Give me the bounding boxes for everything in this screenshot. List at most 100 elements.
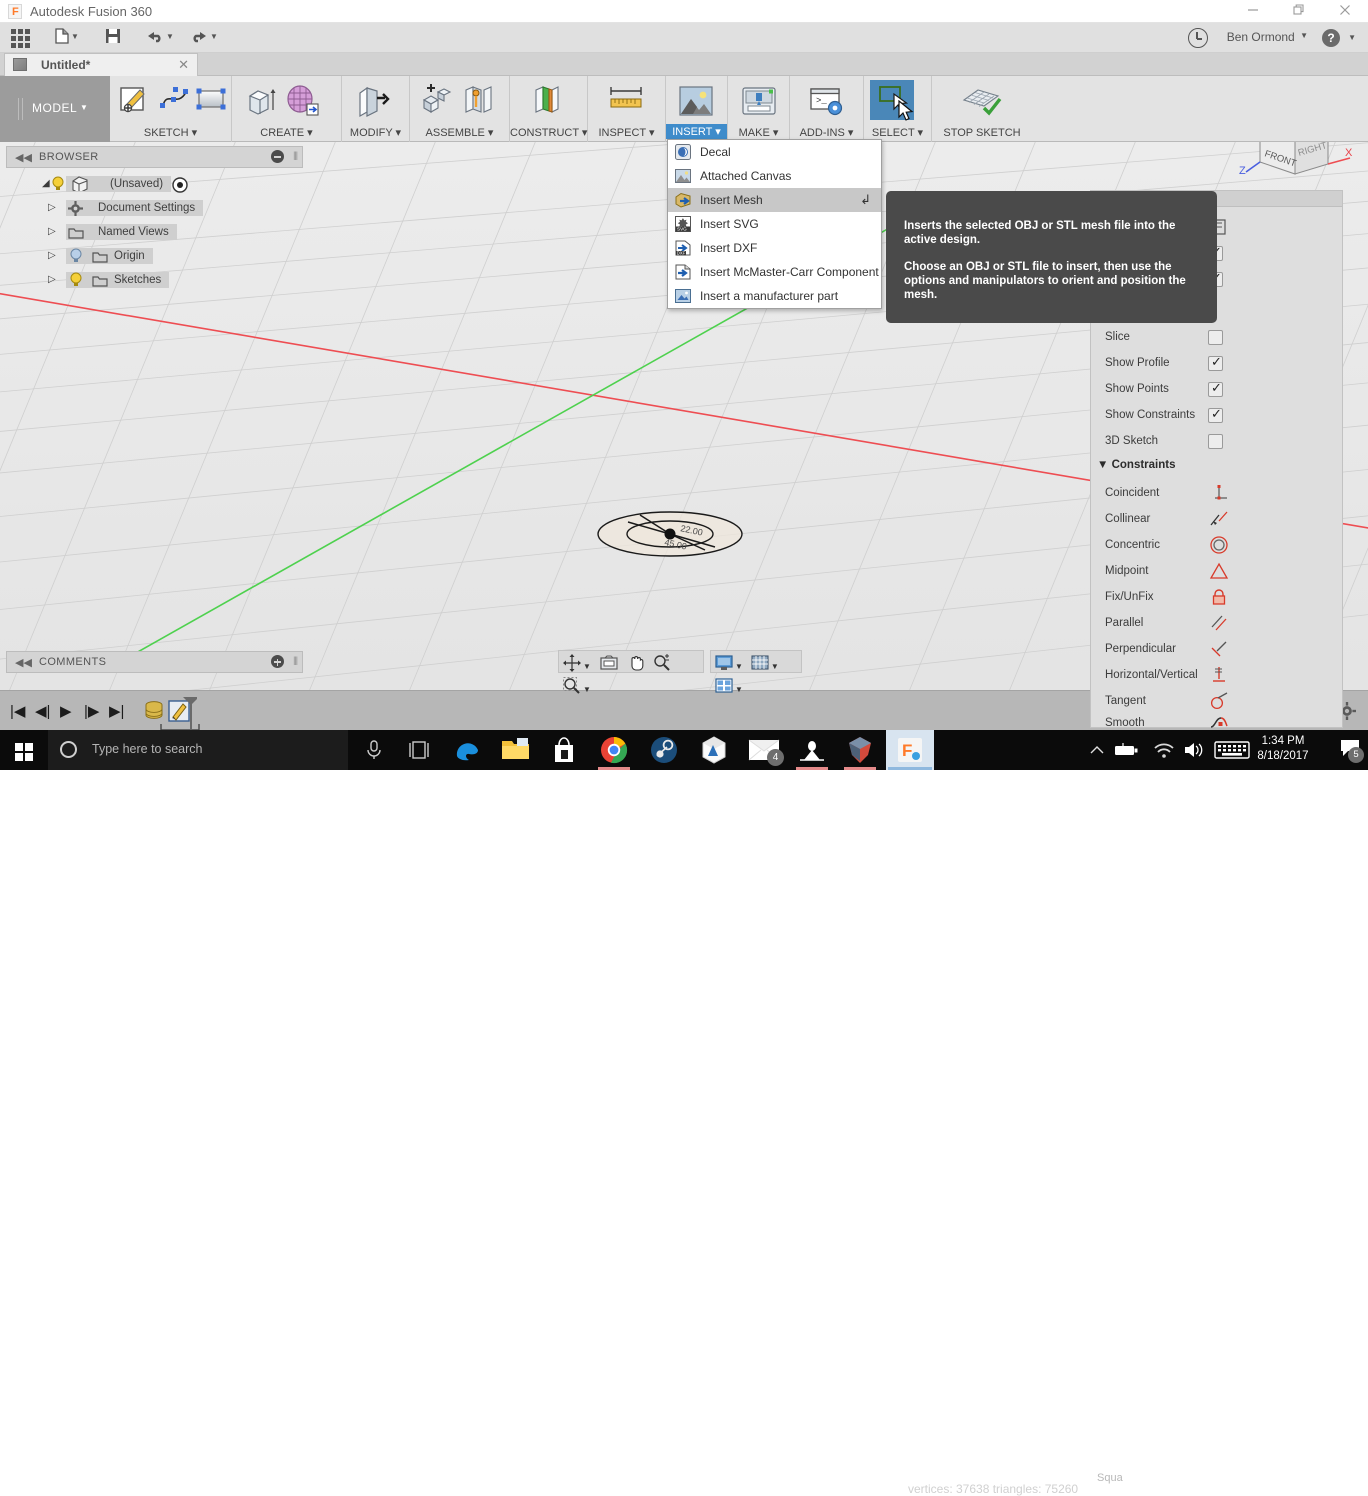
ribbon-label-insert[interactable]: INSERT ▾: [666, 124, 727, 139]
taskbar-clock[interactable]: 1:34 PM 8/18/2017: [1246, 734, 1320, 764]
constraint-row-perpendicular[interactable]: Perpendicular: [1091, 637, 1342, 663]
press-pull-icon[interactable]: [355, 84, 395, 118]
stop-sketch-icon[interactable]: [958, 84, 1002, 118]
jump-to-end-icon[interactable]: ▶|: [109, 702, 124, 720]
workspace-caret-icon[interactable]: ▼: [80, 103, 88, 112]
constraint-row-coincident[interactable]: Coincident: [1091, 481, 1342, 507]
spline-icon[interactable]: [158, 84, 198, 118]
midpoint-icon[interactable]: [1209, 561, 1229, 581]
fusion-360-icon[interactable]: F: [886, 730, 934, 770]
save-icon[interactable]: [105, 28, 127, 48]
3d-sketch-checkbox[interactable]: [1208, 434, 1223, 449]
ribbon-label-stop-sketch[interactable]: STOP SKETCH: [932, 127, 1032, 139]
menu-item-attached-canvas[interactable]: Attached Canvas: [668, 164, 881, 188]
browser-grip-icon[interactable]: ⦀: [293, 151, 298, 164]
constraints-section-header[interactable]: ▼ Constraints: [1097, 459, 1176, 471]
file-icon[interactable]: ▼: [55, 28, 85, 48]
parallel-icon[interactable]: [1209, 613, 1229, 633]
chrome-icon[interactable]: [590, 730, 638, 770]
expand-triangle-icon[interactable]: ▷: [48, 226, 56, 237]
constraints-caret-icon[interactable]: ▼: [1097, 459, 1108, 471]
menu-item-insert-svg[interactable]: SVG Insert SVG: [668, 212, 881, 236]
document-tab[interactable]: Untitled* ✕: [4, 53, 198, 76]
help-icon[interactable]: ?: [1322, 29, 1340, 47]
perpendicular-icon[interactable]: [1209, 639, 1229, 659]
create-sketch-icon[interactable]: [118, 84, 158, 118]
palette-row-slice[interactable]: Slice: [1091, 325, 1342, 351]
scripts-addins-icon[interactable]: >_: [807, 84, 847, 118]
show-points-checkbox[interactable]: [1208, 380, 1223, 397]
create-form-icon[interactable]: [284, 84, 324, 118]
user-account-menu[interactable]: Ben Ormond ▼: [1227, 30, 1308, 44]
ribbon-label-sketch[interactable]: SKETCH ▾: [110, 126, 231, 139]
palette-row-show-points[interactable]: Show Points: [1091, 377, 1342, 403]
show-profile-checkbox[interactable]: [1208, 354, 1223, 371]
zoom-window-icon[interactable]: ▼: [559, 674, 595, 697]
close-button[interactable]: [1322, 0, 1368, 23]
grid-snaps-icon[interactable]: ▼: [747, 651, 783, 674]
mail-icon[interactable]: 4: [740, 730, 788, 770]
lightbulb-icon[interactable]: [68, 248, 84, 264]
palette-row-show-profile[interactable]: Show Profile: [1091, 351, 1342, 377]
constraint-row-smooth[interactable]: Smooth: [1091, 711, 1342, 737]
display-toggle-icon[interactable]: [172, 177, 188, 193]
browser-row-origin[interactable]: ▷ Origin: [6, 244, 306, 268]
slice-checkbox[interactable]: [1208, 330, 1223, 345]
lightbulb-icon[interactable]: [50, 176, 66, 192]
ribbon-label-create[interactable]: CREATE ▾: [232, 126, 341, 139]
app-grid-icon[interactable]: [10, 28, 32, 48]
look-at-icon[interactable]: [595, 651, 623, 674]
menu-item-mcmaster-carr[interactable]: Insert McMaster-Carr Component: [668, 260, 881, 284]
maximize-button[interactable]: [1276, 0, 1322, 23]
meshmixer-icon[interactable]: [836, 730, 884, 770]
comments-add-icon[interactable]: [271, 655, 284, 668]
ribbon-label-make[interactable]: MAKE ▾: [728, 126, 789, 139]
microphone-icon[interactable]: [350, 730, 398, 770]
sketch-geometry[interactable]: 22.00 45.00: [580, 497, 770, 572]
orbit-icon[interactable]: ▼: [559, 651, 595, 674]
expand-triangle-icon[interactable]: ◢: [42, 178, 50, 189]
expand-triangle-icon[interactable]: ▷: [48, 250, 56, 261]
constraint-row-horizontal-vertical[interactable]: Horizontal/Vertical: [1091, 663, 1342, 689]
menu-item-manufacturer-part[interactable]: Insert a manufacturer part: [668, 284, 881, 308]
lock-icon[interactable]: [1209, 587, 1229, 607]
document-tab-close-icon[interactable]: ✕: [178, 57, 189, 73]
ribbon-label-addins[interactable]: ADD-INS ▾: [790, 126, 863, 139]
constraint-row-midpoint[interactable]: Midpoint: [1091, 559, 1342, 585]
comments-collapse-icon[interactable]: ◀◀: [15, 656, 32, 669]
undo-arrow-icon[interactable]: ▼: [146, 28, 180, 48]
insert-icon[interactable]: [677, 84, 717, 118]
recent-clock-icon[interactable]: [1188, 28, 1208, 48]
insert-dropdown-menu[interactable]: Decal Attached Canvas Insert Mesh ↲ SVG …: [667, 139, 882, 309]
collinear-icon[interactable]: [1209, 509, 1229, 529]
constraint-row-collinear[interactable]: Collinear: [1091, 507, 1342, 533]
ribbon-label-modify[interactable]: MODIFY ▾: [342, 126, 409, 139]
coincident-icon[interactable]: [1209, 483, 1229, 503]
lightbulb-icon[interactable]: [68, 272, 84, 288]
ribbon-label-assemble[interactable]: ASSEMBLE ▾: [410, 126, 509, 139]
orbit-caret-icon[interactable]: ▼: [583, 662, 591, 671]
new-component-icon[interactable]: [143, 700, 165, 722]
timeline-marker-icon[interactable]: [163, 695, 197, 729]
steam-icon[interactable]: [640, 730, 688, 770]
file-caret-icon[interactable]: ▼: [71, 32, 79, 41]
expand-triangle-icon[interactable]: ▷: [48, 274, 56, 285]
concentric-icon[interactable]: [1209, 535, 1229, 555]
comments-grip-icon[interactable]: ⦀: [293, 656, 298, 669]
zoom-window-caret-icon[interactable]: ▼: [583, 685, 591, 694]
undo-caret-icon[interactable]: ▼: [166, 32, 174, 41]
palette-row-show-constraints[interactable]: Show Constraints: [1091, 403, 1342, 429]
display-settings-icon[interactable]: ▼: [711, 651, 747, 674]
display-caret-icon[interactable]: ▼: [735, 662, 743, 671]
search-input[interactable]: Type here to search: [48, 730, 348, 770]
redo-arrow-icon[interactable]: ▼: [190, 28, 224, 48]
step-back-icon[interactable]: ◀|: [35, 702, 50, 720]
tangent-icon[interactable]: [1209, 691, 1229, 711]
jump-to-beginning-icon[interactable]: |◀: [10, 702, 25, 720]
workspace-selector[interactable]: MODEL ▼: [0, 76, 110, 142]
menu-item-insert-mesh[interactable]: Insert Mesh ↲: [668, 188, 881, 212]
windows-start-icon[interactable]: [0, 730, 48, 770]
file-explorer-icon[interactable]: [492, 730, 540, 770]
construct-plane-icon[interactable]: [528, 84, 568, 118]
browser-minus-icon[interactable]: [271, 150, 284, 163]
